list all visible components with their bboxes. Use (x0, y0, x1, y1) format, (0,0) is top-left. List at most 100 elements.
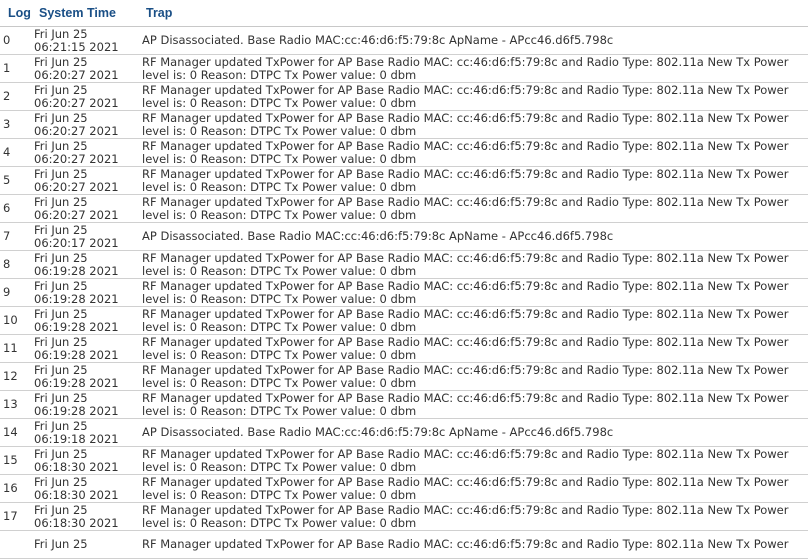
system-time-clock: 06:20:27 2021 (34, 67, 119, 82)
trap-message: RF Manager updated TxPower for AP Base R… (136, 390, 808, 419)
log-number: 1 (0, 54, 33, 83)
table-row: 7 Fri Jun 25 06:20:17 2021 AP Disassociated… (0, 222, 808, 251)
column-header-trap[interactable]: Trap (136, 0, 808, 27)
trap-message: RF Manager updated TxPower for AP Base R… (136, 82, 808, 111)
table-row: 16 Fri Jun 25 06:18:30 2021 RF Manager upda… (0, 474, 808, 503)
system-time-cell: Fri Jun 25 06:18:30 2021 (33, 474, 136, 503)
table-row: 12 Fri Jun 25 06:19:28 2021 RF Manager upda… (0, 362, 808, 391)
system-time-clock: 06:20:17 2021 (34, 235, 119, 250)
trap-message-text: RF Manager updated TxPower for AP Base R… (142, 54, 789, 82)
system-time-date: Fri Jun 25 (34, 222, 88, 237)
trap-message: RF Manager updated TxPower for AP Base R… (136, 138, 808, 167)
system-time-date: Fri Jun 25 (34, 502, 88, 517)
system-time-clock: 06:18:30 2021 (34, 487, 119, 502)
system-time-date: Fri Jun 25 (34, 194, 88, 209)
system-time-date: Fri Jun 25 (34, 250, 88, 265)
trap-message: RF Manager updated TxPower for AP Base R… (136, 110, 808, 139)
system-time-cell: Fri Jun 25 06:21:15 2021 (33, 26, 136, 55)
trap-message-text: AP Disassociated. Base Radio MAC:cc:46:d… (142, 33, 614, 47)
system-time-clock: 06:19:28 2021 (34, 403, 119, 418)
system-time-date: Fri Jun 25 (34, 474, 88, 489)
log-number: 17 (0, 502, 33, 531)
log-number: 14 (0, 418, 33, 447)
system-time-cell: Fri Jun 25 06:20:27 2021 (33, 82, 136, 111)
log-number: 13 (0, 390, 33, 419)
system-time-cell: Fri Jun 25 06:19:18 2021 (33, 418, 136, 447)
table-row: Fri Jun 25 RF Manager updated TxPower for… (0, 530, 808, 559)
trap-message-text: RF Manager updated TxPower for AP Base R… (142, 278, 789, 306)
system-time-clock: 06:19:18 2021 (34, 431, 119, 446)
system-time-date: Fri Jun 25 (34, 537, 88, 551)
system-time-clock: 06:19:28 2021 (34, 375, 119, 390)
log-number: 16 (0, 474, 33, 503)
log-number: 11 (0, 334, 33, 363)
system-time-date: Fri Jun 25 (34, 362, 88, 377)
trap-message-text: RF Manager updated TxPower for AP Base R… (142, 194, 789, 222)
table-row: 9 Fri Jun 25 06:19:28 2021 RF Manager updat… (0, 278, 808, 307)
trap-message-text: RF Manager updated TxPower for AP Base R… (142, 474, 789, 502)
log-number: 9 (0, 278, 33, 307)
trap-message: RF Manager updated TxPower for AP Base R… (136, 334, 808, 363)
system-time-clock: 06:19:28 2021 (34, 291, 119, 306)
trap-message-text: RF Manager updated TxPower for AP Base R… (142, 446, 789, 474)
system-time-cell: Fri Jun 25 06:19:28 2021 (33, 362, 136, 391)
system-time-date: Fri Jun 25 (34, 54, 88, 69)
trap-message: RF Manager updated TxPower for AP Base R… (136, 278, 808, 307)
system-time-cell: Fri Jun 25 06:20:27 2021 (33, 138, 136, 167)
trap-message: RF Manager updated TxPower for AP Base R… (136, 306, 808, 335)
table-row: 13 Fri Jun 25 06:19:28 2021 RF Manager upda… (0, 390, 808, 419)
system-time-date: Fri Jun 25 (34, 82, 88, 97)
system-time-clock: 06:19:28 2021 (34, 263, 119, 278)
trap-message-text: RF Manager updated TxPower for AP Base R… (142, 166, 789, 194)
system-time-date: Fri Jun 25 (34, 110, 88, 125)
system-time-cell: Fri Jun 25 06:19:28 2021 (33, 306, 136, 335)
system-time-clock: 06:20:27 2021 (34, 179, 119, 194)
table-row: 11 Fri Jun 25 06:19:28 2021 RF Manager upda… (0, 334, 808, 363)
trap-message-text: RF Manager updated TxPower for AP Base R… (142, 362, 789, 390)
trap-message: RF Manager updated TxPower for AP Base R… (136, 194, 808, 223)
system-time-cell: Fri Jun 25 06:20:27 2021 (33, 54, 136, 83)
system-time-clock: 06:19:28 2021 (34, 319, 119, 334)
trap-message: AP Disassociated. Base Radio MAC:cc:46:d… (136, 418, 808, 447)
system-time-clock: 06:20:27 2021 (34, 123, 119, 138)
system-time-clock: 06:21:15 2021 (34, 39, 119, 54)
trap-message-text: RF Manager updated TxPower for AP Base R… (142, 82, 789, 110)
system-time-date: Fri Jun 25 (34, 418, 88, 433)
trap-message: RF Manager updated TxPower for AP Base R… (136, 362, 808, 391)
system-time-date: Fri Jun 25 (34, 334, 88, 349)
system-time-cell: Fri Jun 25 06:19:28 2021 (33, 334, 136, 363)
trap-message-text: AP Disassociated. Base Radio MAC:cc:46:d… (142, 229, 614, 243)
log-number: 6 (0, 194, 33, 223)
trap-message: RF Manager updated TxPower for AP Base R… (136, 474, 808, 503)
table-row: 2 Fri Jun 25 06:20:27 2021 RF Manager updat… (0, 82, 808, 111)
table-row: 17 Fri Jun 25 06:18:30 2021 RF Manager upda… (0, 502, 808, 531)
system-time-cell: Fri Jun 25 06:18:30 2021 (33, 502, 136, 531)
system-time-clock: 06:18:30 2021 (34, 459, 119, 474)
trap-message-text: RF Manager updated TxPower for AP Base R… (142, 334, 789, 362)
table-header-row: Log System Time Trap (0, 0, 808, 27)
table-row: 4 Fri Jun 25 06:20:27 2021 RF Manager updat… (0, 138, 808, 167)
table-row: 1 Fri Jun 25 06:20:27 2021 RF Manager updat… (0, 54, 808, 83)
system-time-cell: Fri Jun 25 06:19:28 2021 (33, 250, 136, 279)
system-time-date: Fri Jun 25 (34, 26, 88, 41)
table-row: 14 Fri Jun 25 06:19:18 2021 AP Disassociate… (0, 418, 808, 447)
system-time-clock: 06:18:30 2021 (34, 515, 119, 530)
system-time-cell: Fri Jun 25 06:20:27 2021 (33, 166, 136, 195)
trap-message: RF Manager updated TxPower for AP Base R… (136, 166, 808, 195)
trap-message-text: RF Manager updated TxPower for AP Base R… (142, 306, 789, 334)
trap-message: RF Manager updated TxPower for AP Base R… (136, 530, 808, 559)
system-time-clock: 06:20:27 2021 (34, 151, 119, 166)
column-header-log[interactable]: Log (0, 0, 33, 27)
column-header-system-time[interactable]: System Time (33, 0, 136, 27)
log-number: 7 (0, 222, 33, 251)
system-time-date: Fri Jun 25 (34, 278, 88, 293)
system-time-date: Fri Jun 25 (34, 446, 88, 461)
log-number: 0 (0, 26, 33, 55)
table-row: 5 Fri Jun 25 06:20:27 2021 RF Manager updat… (0, 166, 808, 195)
table-row: 15 Fri Jun 25 06:18:30 2021 RF Manager upda… (0, 446, 808, 475)
trap-message-text: RF Manager updated TxPower for AP Base R… (142, 537, 789, 551)
trap-message-text: RF Manager updated TxPower for AP Base R… (142, 250, 789, 278)
system-time-date: Fri Jun 25 (34, 306, 88, 321)
system-time-clock: 06:20:27 2021 (34, 207, 119, 222)
table-row: 10 Fri Jun 25 06:19:28 2021 RF Manager upda… (0, 306, 808, 335)
